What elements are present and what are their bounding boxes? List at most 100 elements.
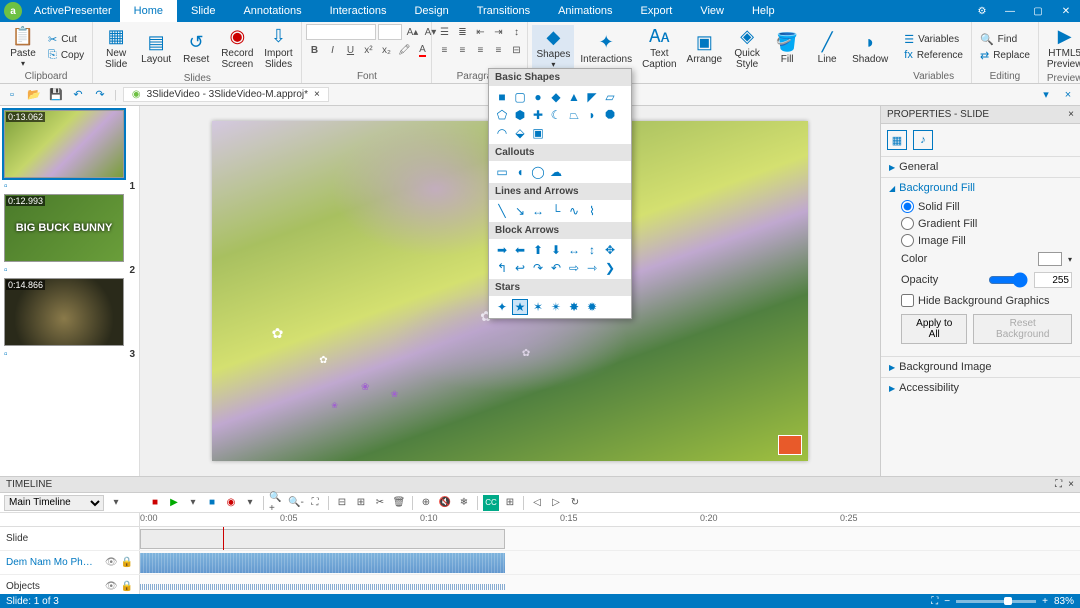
- highlight-icon[interactable]: 🖍: [396, 42, 412, 58]
- stop-icon[interactable]: ■: [204, 495, 220, 511]
- tab-design[interactable]: Design: [400, 0, 462, 22]
- lock-icon[interactable]: 🔒: [121, 581, 133, 592]
- arrow-leftright[interactable]: ↔: [567, 243, 581, 257]
- opacity-slider[interactable]: [988, 272, 1028, 288]
- underline-icon[interactable]: U: [342, 42, 358, 58]
- shape-rtriangle[interactable]: ◤: [585, 90, 599, 104]
- slide-thumb-3[interactable]: 0:14.866 3 ▫: [4, 278, 135, 346]
- audio-clip[interactable]: [140, 553, 505, 573]
- visibility-icon[interactable]: ▫: [4, 181, 8, 192]
- panel-close-icon[interactable]: ×: [1068, 109, 1074, 120]
- slide-thumb-2[interactable]: BIG BUCK BUNNY 0:12.993 2 ▫: [4, 194, 135, 262]
- tab-interactions[interactable]: Interactions: [316, 0, 401, 22]
- arrow-down[interactable]: ⬇: [549, 243, 563, 257]
- fill-button[interactable]: 🪣Fill: [768, 30, 806, 67]
- arrow-left[interactable]: ⬅: [513, 243, 527, 257]
- join-icon[interactable]: ⊞: [353, 495, 369, 511]
- close-doc-icon[interactable]: ×: [314, 89, 320, 100]
- qat-open-icon[interactable]: 📂: [26, 87, 42, 103]
- qat-redo-icon[interactable]: ↷: [92, 87, 108, 103]
- shape-rectangle[interactable]: ■: [495, 90, 509, 104]
- import-slides-button[interactable]: ⇩Import Slides: [259, 24, 297, 72]
- maximize-icon[interactable]: ▢: [1024, 0, 1052, 22]
- callout-oval[interactable]: ◯: [531, 165, 545, 179]
- props-tab-slide[interactable]: ▦: [887, 130, 907, 150]
- timeline-list-icon[interactable]: ▾: [108, 495, 124, 511]
- qat-save-icon[interactable]: 💾: [48, 87, 64, 103]
- split-icon[interactable]: ⊟: [334, 495, 350, 511]
- crop-icon[interactable]: ✂: [372, 495, 388, 511]
- interactions-button[interactable]: ✦Interactions: [576, 30, 636, 67]
- apply-to-all-button[interactable]: Apply to All: [901, 314, 967, 344]
- star-8[interactable]: ✴: [549, 300, 563, 314]
- arrow-curved-l[interactable]: ↶: [549, 261, 563, 275]
- zoom-in-icon[interactable]: +: [1042, 596, 1048, 607]
- line-button[interactable]: ╱Line: [808, 30, 846, 67]
- lock-icon[interactable]: 🔒: [121, 557, 133, 568]
- shape-chord[interactable]: ◠: [495, 126, 509, 140]
- text-caption-button[interactable]: 🗛Text Caption: [638, 24, 680, 72]
- line-double-arrow[interactable]: ↔: [531, 204, 545, 218]
- qat-new-icon[interactable]: ▫: [4, 87, 20, 103]
- bold-icon[interactable]: B: [306, 42, 322, 58]
- line-curved[interactable]: ∿: [567, 204, 581, 218]
- freeze-icon[interactable]: ❄: [456, 495, 472, 511]
- shapes-button[interactable]: ◆Shapes▾: [532, 25, 574, 71]
- callout-cloud[interactable]: ☁: [549, 165, 563, 179]
- settings-icon[interactable]: ⚙: [968, 0, 996, 22]
- arrow-up[interactable]: ⬆: [531, 243, 545, 257]
- radio-solid-fill[interactable]: Solid Fill: [901, 198, 1072, 215]
- line-freeform[interactable]: ⌇: [585, 204, 599, 218]
- arrange-button[interactable]: ▣Arrange: [683, 30, 727, 67]
- indent-dec-icon[interactable]: ⇤: [472, 24, 488, 40]
- snap-icon[interactable]: ⊞: [502, 495, 518, 511]
- align-left-icon[interactable]: ≡: [436, 42, 452, 58]
- callout-rect[interactable]: ▭: [495, 165, 509, 179]
- record-screen-button[interactable]: ◉Record Screen: [217, 24, 257, 72]
- find-button[interactable]: 🔍Find: [976, 32, 1034, 47]
- star-6[interactable]: ✶: [531, 300, 545, 314]
- quick-style-button[interactable]: ◈Quick Style: [728, 24, 766, 72]
- zoom-out-icon[interactable]: 🔍-: [288, 495, 304, 511]
- new-slide-button[interactable]: ▦New Slide: [97, 24, 135, 72]
- tab-transitions[interactable]: Transitions: [463, 0, 544, 22]
- opacity-input[interactable]: [1034, 272, 1072, 288]
- valign-icon[interactable]: ⊟: [508, 42, 524, 58]
- record-icon[interactable]: ■: [147, 495, 163, 511]
- radio-image-fill[interactable]: Image Fill: [901, 232, 1072, 249]
- section-general[interactable]: ▶General: [881, 156, 1080, 177]
- arrow-striped[interactable]: ⇨: [567, 261, 581, 275]
- shape-moon[interactable]: ☾: [549, 108, 563, 122]
- timeline-select[interactable]: Main Timeline: [4, 495, 104, 511]
- callout-rounded[interactable]: ◖: [513, 165, 527, 179]
- shape-triangle[interactable]: ▲: [567, 90, 581, 104]
- arrow-bent[interactable]: ↰: [495, 261, 509, 275]
- tab-view[interactable]: View: [686, 0, 738, 22]
- shadow-button[interactable]: ◗Shadow: [848, 30, 892, 67]
- shape-plus[interactable]: ✚: [531, 108, 545, 122]
- radio-gradient-fill[interactable]: Gradient Fill: [901, 215, 1072, 232]
- insert-time-icon[interactable]: ⊕: [418, 495, 434, 511]
- line-spacing-icon[interactable]: ↕: [508, 24, 524, 40]
- font-color-icon[interactable]: A: [414, 42, 430, 58]
- slide-thumb-1[interactable]: 0:13.062 1 ▫: [4, 110, 135, 178]
- arrow-uturn[interactable]: ↩: [513, 261, 527, 275]
- arrow-updown[interactable]: ↕: [585, 243, 599, 257]
- zoom-out-icon[interactable]: −: [944, 596, 950, 607]
- delete-icon[interactable]: 🗑: [391, 495, 407, 511]
- hide-bg-graphics-checkbox[interactable]: Hide Background Graphics: [901, 291, 1072, 310]
- tab-annotations[interactable]: Annotations: [229, 0, 315, 22]
- qat-undo-icon[interactable]: ↶: [70, 87, 86, 103]
- html5-preview-button[interactable]: ▶HTML5 Preview: [1043, 24, 1080, 72]
- star-explosion[interactable]: ✸: [567, 300, 581, 314]
- grow-font-icon[interactable]: A▴: [404, 24, 420, 40]
- cut-button[interactable]: ✂Cut: [44, 32, 88, 47]
- line-straight[interactable]: ╲: [495, 204, 509, 218]
- layout-button[interactable]: ▤Layout: [137, 30, 175, 67]
- shape-semicircle[interactable]: ◗: [585, 108, 599, 122]
- zoom-in-icon[interactable]: 🔍+: [269, 495, 285, 511]
- minimize-icon[interactable]: —: [996, 0, 1024, 22]
- font-size-input[interactable]: [378, 24, 402, 40]
- close-icon[interactable]: ✕: [1052, 0, 1080, 22]
- eye-icon[interactable]: 👁: [105, 581, 118, 592]
